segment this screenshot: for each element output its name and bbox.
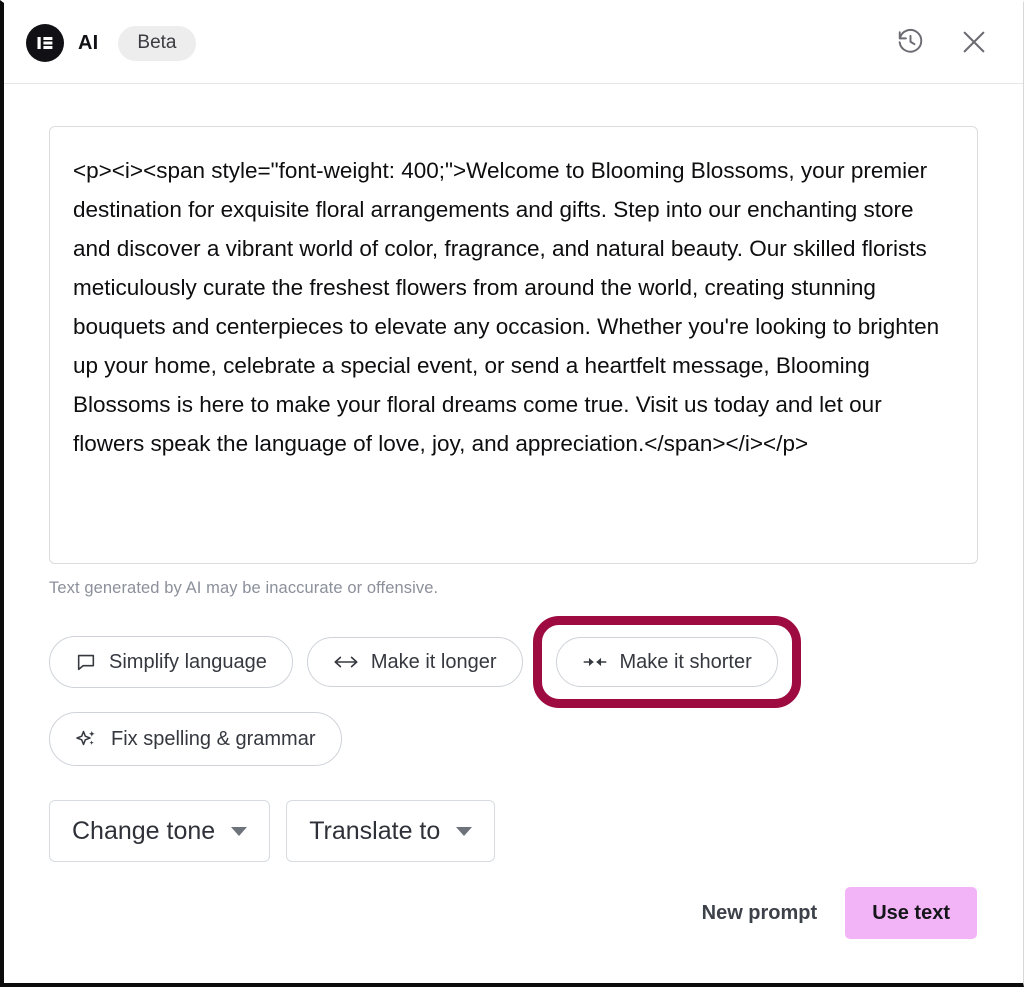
chevron-down-icon xyxy=(456,826,473,836)
dialog-header: AI Beta xyxy=(4,3,1023,84)
action-chip-row-2: Fix spelling & grammar xyxy=(49,712,978,766)
new-prompt-button[interactable]: New prompt xyxy=(700,896,820,931)
sparkle-icon xyxy=(75,727,99,751)
action-chip-rows: Simplify language Make it longer Make it… xyxy=(49,616,978,766)
history-clock-icon xyxy=(896,27,925,59)
use-text-button[interactable]: Use text xyxy=(845,887,977,939)
arrows-expand-icon xyxy=(333,652,359,672)
chip-label: Make it longer xyxy=(370,651,497,673)
change-tone-dropdown[interactable]: Change tone xyxy=(49,800,271,863)
dropdown-label: Translate to xyxy=(309,817,441,845)
close-icon xyxy=(959,27,989,60)
chip-label: Make it shorter xyxy=(619,651,752,673)
chip-label: Fix spelling & grammar xyxy=(111,728,316,750)
generated-text-content: <p><i><span style="font-weight: 400;">We… xyxy=(73,158,946,456)
ai-disclaimer: Text generated by AI may be inaccurate o… xyxy=(49,579,439,597)
brand-group: AI Beta xyxy=(26,24,196,62)
header-actions xyxy=(893,26,1001,60)
ai-dialog-window: AI Beta <p><i><span style="font-weight: … xyxy=(0,0,1024,987)
close-button[interactable] xyxy=(957,26,991,60)
make-it-shorter-button[interactable]: Make it shorter xyxy=(555,637,778,687)
generated-text-area[interactable]: <p><i><span style="font-weight: 400;">We… xyxy=(49,126,978,564)
dialog-footer: New prompt Use text xyxy=(700,887,977,939)
dropdown-label: Change tone xyxy=(72,817,216,845)
chevron-down-icon xyxy=(231,826,248,836)
page-title: AI xyxy=(78,31,99,54)
elementor-logo-icon xyxy=(26,24,64,62)
highlight-ring: Make it shorter xyxy=(532,616,801,708)
history-button[interactable] xyxy=(893,26,927,60)
chip-label: Simplify language xyxy=(109,651,267,673)
arrows-collapse-icon xyxy=(582,652,608,672)
make-it-longer-button[interactable]: Make it longer xyxy=(306,637,523,687)
dropdown-row: Change tone Translate to xyxy=(49,800,978,863)
fix-spelling-grammar-button[interactable]: Fix spelling & grammar xyxy=(49,712,342,766)
action-chip-row-1: Simplify language Make it longer Make it… xyxy=(49,616,978,708)
dialog-body: <p><i><span style="font-weight: 400;">We… xyxy=(4,84,1023,983)
speech-bubble-icon xyxy=(75,651,97,673)
translate-to-dropdown[interactable]: Translate to xyxy=(286,800,496,863)
simplify-language-button[interactable]: Simplify language xyxy=(49,636,293,688)
status-badge: Beta xyxy=(118,25,196,61)
